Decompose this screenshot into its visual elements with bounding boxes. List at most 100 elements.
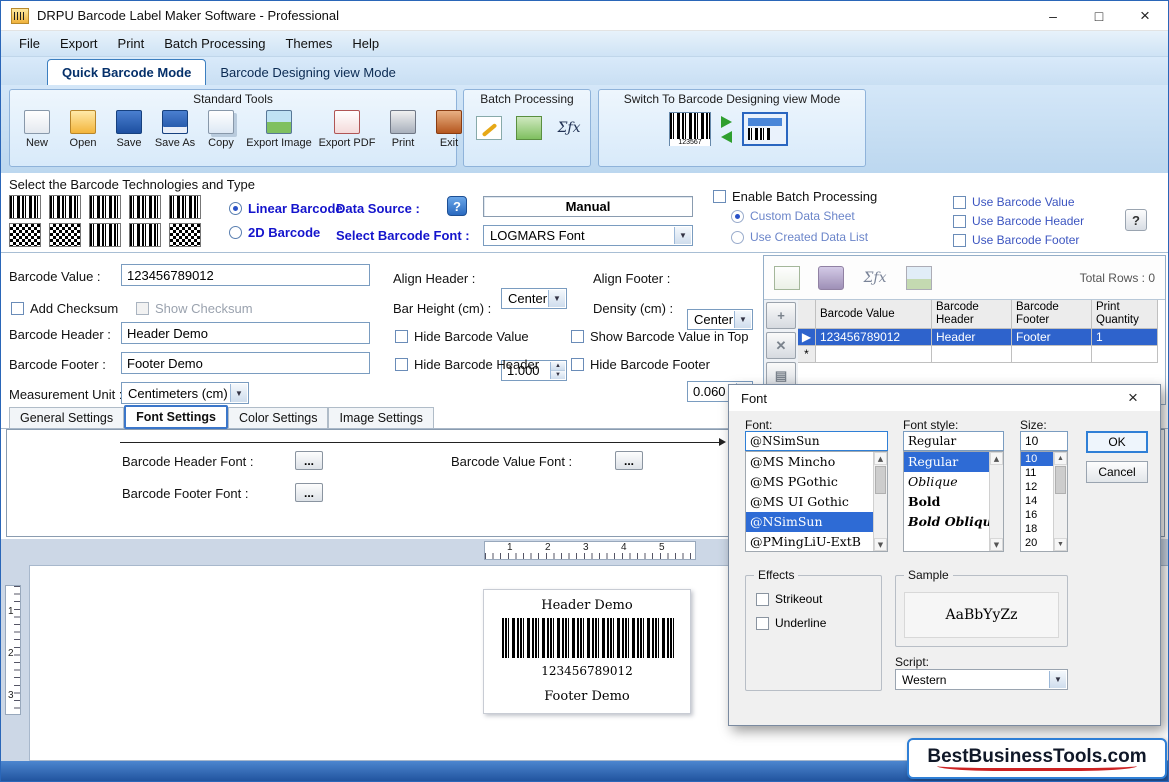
tab-quick-barcode-mode[interactable]: Quick Barcode Mode [47, 59, 206, 85]
show-barcode-value-top-row[interactable]: Show Barcode Value in Top [571, 329, 749, 344]
tab-color-settings[interactable]: Color Settings [228, 407, 329, 428]
2d-barcode-icon[interactable] [9, 223, 41, 247]
scroll-down-icon[interactable]: ▼ [874, 538, 887, 551]
enable-batch-checkbox[interactable] [713, 190, 726, 203]
row-selector[interactable]: ▶ [798, 329, 816, 346]
use-barcode-header-row[interactable]: Use Barcode Header [953, 214, 1084, 228]
font-list-item-selected[interactable]: @NSimSun [746, 512, 887, 532]
linear-barcode-icon[interactable] [129, 195, 161, 219]
tab-image-settings[interactable]: Image Settings [328, 407, 433, 428]
batch-edit-icon[interactable] [476, 116, 502, 140]
font-style-input[interactable] [903, 431, 1004, 451]
cancel-button[interactable]: Cancel [1086, 461, 1148, 483]
datasheet-icon[interactable] [818, 266, 844, 290]
hide-barcode-footer-row[interactable]: Hide Barcode Footer [571, 357, 710, 372]
export-image-button[interactable]: Export Image [244, 110, 314, 149]
menu-print[interactable]: Print [108, 32, 155, 55]
font-style-list[interactable]: Regular Oblique Bold Bold Obliqu ▲ ▼ [903, 451, 1004, 552]
underline-row[interactable]: Underline [756, 616, 826, 630]
linear-barcode-icon[interactable] [89, 195, 121, 219]
linear-barcode-icon[interactable] [89, 223, 121, 247]
align-footer-dropdown[interactable]: Center ▼ [687, 309, 753, 330]
export-pdf-button[interactable]: Export PDF [314, 110, 380, 149]
font-size-list[interactable]: 10 11 12 14 16 18 20 ▲ ▼ [1020, 451, 1068, 552]
underline-checkbox[interactable] [756, 617, 769, 630]
image-export-icon[interactable] [906, 266, 932, 290]
batch-formula-icon[interactable]: Σƒx [556, 116, 582, 140]
close-button[interactable]: × [1122, 1, 1168, 30]
measurement-unit-dropdown[interactable]: Centimeters (cm) ▼ [121, 382, 249, 404]
menu-batch-processing[interactable]: Batch Processing [154, 32, 275, 55]
font-size-input[interactable] [1020, 431, 1068, 451]
barcode-footer-input[interactable] [121, 352, 370, 374]
barcode-font-dropdown[interactable]: LOGMARS Font ▼ [483, 225, 693, 246]
strikeout-checkbox[interactable] [756, 593, 769, 606]
maximize-button[interactable]: □ [1076, 1, 1122, 30]
col-barcode-footer[interactable]: Barcode Footer [1012, 300, 1092, 329]
batch-help-icon[interactable]: ? [1125, 209, 1147, 231]
menu-file[interactable]: File [9, 32, 50, 55]
hide-barcode-header-row[interactable]: Hide Barcode Header [395, 357, 539, 372]
font-name-input[interactable] [745, 431, 888, 451]
hide-barcode-value-row[interactable]: Hide Barcode Value [395, 329, 529, 344]
empty-cell[interactable] [932, 346, 1012, 363]
scroll-down-icon[interactable]: ▼ [1054, 538, 1067, 551]
align-header-dropdown[interactable]: Center ▼ [501, 288, 567, 309]
quick-mode-barcode-icon[interactable]: 123567 [669, 112, 711, 146]
2d-barcode-radio[interactable] [229, 226, 242, 239]
table-row[interactable]: ▶ 123456789012 Header Footer 1 [798, 329, 1165, 346]
add-row-button[interactable]: + [766, 302, 796, 329]
linear-barcode-icon[interactable] [129, 223, 161, 247]
save-button[interactable]: Save [106, 110, 152, 149]
formula-icon[interactable]: Σƒx [862, 266, 888, 290]
show-barcode-value-top-checkbox[interactable] [571, 330, 584, 343]
excel-export-icon[interactable] [774, 266, 800, 290]
cell-barcode-header[interactable]: Header [932, 329, 1012, 346]
data-source-help-icon[interactable]: ? [447, 196, 467, 216]
linear-barcode-icon[interactable] [49, 195, 81, 219]
open-button[interactable]: Open [60, 110, 106, 149]
use-created-data-list-row[interactable]: Use Created Data List [731, 230, 868, 244]
linear-barcode-icon[interactable] [169, 195, 201, 219]
linear-barcode-radio[interactable] [229, 202, 242, 215]
cell-barcode-footer[interactable]: Footer [1012, 329, 1092, 346]
header-font-browse-button[interactable]: ... [295, 451, 323, 470]
scroll-down-icon[interactable]: ▼ [990, 538, 1003, 551]
col-barcode-header[interactable]: Barcode Header [932, 300, 1012, 329]
font-list-item[interactable]: @MS PGothic [746, 472, 887, 492]
font-list[interactable]: @MS Mincho @MS PGothic @MS UI Gothic @NS… [745, 451, 888, 552]
hide-barcode-footer-checkbox[interactable] [571, 358, 584, 371]
add-checksum-checkbox[interactable] [11, 302, 24, 315]
font-list-item[interactable]: @MS Mincho [746, 452, 887, 472]
tab-general-settings[interactable]: General Settings [9, 407, 124, 428]
2d-barcode-icon[interactable] [169, 223, 201, 247]
spinner-arrows-icon[interactable]: ▲▼ [550, 362, 565, 379]
print-button[interactable]: Print [380, 110, 426, 149]
menu-themes[interactable]: Themes [275, 32, 342, 55]
strikeout-row[interactable]: Strikeout [756, 592, 822, 606]
menu-help[interactable]: Help [342, 32, 389, 55]
hide-barcode-header-checkbox[interactable] [395, 358, 408, 371]
empty-cell[interactable] [1012, 346, 1092, 363]
use-barcode-value-row[interactable]: Use Barcode Value [953, 195, 1075, 209]
use-barcode-value-checkbox[interactable] [953, 196, 966, 209]
cell-barcode-value[interactable]: 123456789012 [816, 329, 932, 346]
linear-barcode-radio-row[interactable]: Linear Barcode [229, 201, 343, 216]
script-dropdown[interactable]: Western ▼ [895, 669, 1068, 690]
cell-print-quantity[interactable]: 1 [1092, 329, 1158, 346]
use-barcode-header-checkbox[interactable] [953, 215, 966, 228]
minimize-button[interactable]: – [1030, 1, 1076, 30]
size-list-scrollbar[interactable]: ▲ ▼ [1053, 452, 1067, 551]
barcode-header-input[interactable] [121, 322, 370, 344]
use-created-data-list-radio[interactable] [731, 231, 744, 244]
save-as-button[interactable]: Save As [152, 110, 198, 149]
empty-cell[interactable] [816, 346, 932, 363]
scrollbar-thumb[interactable] [875, 466, 886, 494]
col-barcode-value[interactable]: Barcode Value [816, 300, 932, 329]
style-list-scrollbar[interactable]: ▲ ▼ [989, 452, 1003, 551]
add-checksum-row[interactable]: Add Checksum [11, 301, 118, 316]
enable-batch-row[interactable]: Enable Batch Processing [713, 189, 877, 204]
col-print-quantity[interactable]: Print Quantity [1092, 300, 1158, 329]
menu-export[interactable]: Export [50, 32, 108, 55]
barcode-label-preview[interactable]: Header Demo 123456789012 Footer Demo [483, 589, 691, 714]
